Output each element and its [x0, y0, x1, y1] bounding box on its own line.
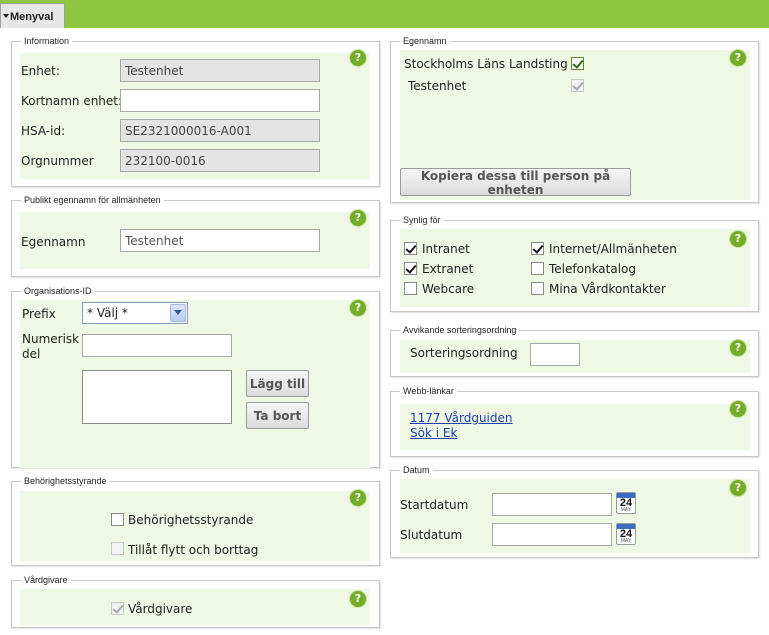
help-icon[interactable]: ? — [730, 401, 746, 417]
extranet-label: Extranet — [422, 262, 474, 276]
organisations-id-legend: Organisations-ID — [21, 285, 95, 297]
kopiera-button[interactable]: Kopiera dessa till person på enheten — [400, 168, 631, 197]
behorighetsstyrande-label: Behörighetsstyrande — [128, 513, 254, 527]
behorighetsstyrande-section: Behörighetsstyrande ? Behörighetsstyrand… — [11, 475, 380, 566]
extranet-checkbox[interactable] — [404, 262, 417, 275]
behorighetsstyrande-checkbox[interactable] — [111, 513, 124, 526]
egennamn-field[interactable] — [120, 229, 320, 252]
egennamn-section: Egennamn ? Stockholms Läns Landsting Tes… — [390, 35, 759, 203]
kortnamn-field[interactable] — [120, 89, 320, 112]
help-icon[interactable]: ? — [350, 50, 366, 66]
sortering-legend: Avvikande sorteringsordning — [400, 324, 520, 336]
help-icon[interactable]: ? — [350, 210, 366, 226]
orgnummer-label: Orgnummer — [21, 154, 94, 168]
help-icon[interactable]: ? — [350, 490, 366, 506]
datum-section: Datum ? Startdatum 24 MAY Slutdatum 24 M… — [390, 464, 759, 558]
synlig-for-legend: Synlig för — [400, 214, 444, 226]
help-icon[interactable]: ? — [730, 480, 746, 496]
slutdatum-field[interactable] — [492, 523, 612, 546]
numerisk-label: Numerisk — [22, 332, 80, 346]
dropdown-arrow-icon — [3, 14, 9, 18]
synlig-for-section: Synlig för ? Intranet Internet/Allmänhet… — [390, 214, 759, 312]
calendar-month: MAY — [620, 507, 632, 513]
menyval-tab[interactable]: Menyval — [0, 3, 65, 28]
egennamn-item-checkbox[interactable] — [571, 57, 584, 70]
webcare-label: Webcare — [422, 282, 475, 296]
sortering-section: Avvikande sorteringsordning ? Sorterings… — [390, 324, 759, 377]
enhet-label: Enhet: — [21, 64, 60, 78]
prefix-select[interactable]: * Välj * — [82, 302, 188, 324]
top-menu-bar — [0, 0, 769, 28]
prefix-label: Prefix — [22, 307, 56, 321]
egennamn-item-checkbox[interactable] — [571, 79, 584, 92]
vardgivare-label: Vårdgivare — [128, 602, 193, 616]
egennamn-item-label: Testenhet — [408, 79, 467, 93]
slutdatum-label: Slutdatum — [400, 528, 463, 542]
enhet-field[interactable] — [120, 59, 320, 82]
startdatum-field[interactable] — [492, 493, 612, 516]
vardgivare-section: Vårdgivare ? Vårdgivare — [11, 574, 380, 628]
egennamn-legend: Egennamn — [400, 35, 450, 47]
link-1177-vardguiden[interactable]: 1177 Vårdguiden — [410, 411, 513, 425]
telefonkatalog-label: Telefonkatalog — [549, 262, 637, 276]
telefonkatalog-checkbox[interactable] — [531, 262, 544, 275]
datum-legend: Datum — [400, 464, 433, 476]
internet-label: Internet/Allmänheten — [549, 242, 677, 256]
numerisk-label-line2: del — [22, 347, 41, 361]
intranet-label: Intranet — [422, 242, 470, 256]
mina-vardkontakter-checkbox[interactable] — [531, 282, 544, 295]
numerisk-del-field[interactable] — [82, 334, 232, 357]
internet-checkbox[interactable] — [531, 242, 544, 255]
tillat-flytt-checkbox[interactable] — [111, 542, 124, 555]
webblankar-legend: Webb-länkar — [400, 385, 457, 397]
help-icon[interactable]: ? — [730, 50, 746, 66]
sorteringsordning-field[interactable] — [530, 343, 580, 366]
prefix-selected-value: * Välj * — [87, 306, 128, 320]
webcare-checkbox[interactable] — [404, 282, 417, 295]
vardgivare-panel — [20, 589, 370, 625]
egennamn-item-label: Stockholms Läns Landsting — [404, 57, 568, 71]
tillat-flytt-label: Tillåt flytt och borttag — [128, 543, 259, 557]
help-icon[interactable]: ? — [350, 591, 366, 607]
calendar-icon[interactable]: 24 MAY — [616, 523, 636, 545]
menyval-label: Menyval — [10, 11, 54, 23]
mina-vardkontakter-label: Mina Vårdkontakter — [549, 282, 666, 296]
organisations-id-listbox[interactable] — [82, 370, 232, 424]
startdatum-label: Startdatum — [400, 498, 469, 512]
webblankar-section: Webb-länkar ? 1177 Vårdguiden Sök i Ek — [390, 385, 759, 457]
information-legend: Information — [21, 35, 73, 47]
help-icon[interactable]: ? — [730, 231, 746, 247]
kortnamn-label: Kortnamn enhet: — [21, 94, 123, 108]
sorteringsordning-label: Sorteringsordning — [410, 346, 518, 360]
orgnummer-field[interactable] — [120, 149, 320, 172]
intranet-checkbox[interactable] — [404, 242, 417, 255]
information-section: Information ? Enhet: Kortnamn enhet: HSA… — [11, 35, 380, 187]
help-icon[interactable]: ? — [730, 340, 746, 356]
lagg-till-button[interactable]: Lägg till — [246, 370, 309, 397]
publikt-egennamn-section: Publikt egennamn för allmänheten ? Egenn… — [11, 194, 380, 277]
select-arrow-icon[interactable] — [170, 304, 186, 322]
ta-bort-button[interactable]: Ta bort — [246, 402, 309, 429]
organisations-id-section: Organisations-ID ? Prefix * Välj * Numer… — [11, 285, 380, 468]
vardgivare-legend: Vårdgivare — [21, 574, 71, 586]
hsa-id-field[interactable] — [120, 119, 320, 142]
calendar-month: MAY — [620, 538, 632, 544]
help-icon[interactable]: ? — [350, 300, 366, 316]
vardgivare-checkbox[interactable] — [111, 602, 124, 615]
calendar-icon[interactable]: 24 MAY — [616, 492, 636, 514]
behorighetsstyrande-legend: Behörighetsstyrande — [21, 475, 110, 487]
hsa-id-label: HSA-id: — [21, 124, 66, 138]
egennamn-label: Egennamn — [21, 235, 86, 249]
link-sok-i-ek[interactable]: Sök i Ek — [410, 426, 457, 440]
publikt-egennamn-legend: Publikt egennamn för allmänheten — [21, 194, 164, 206]
